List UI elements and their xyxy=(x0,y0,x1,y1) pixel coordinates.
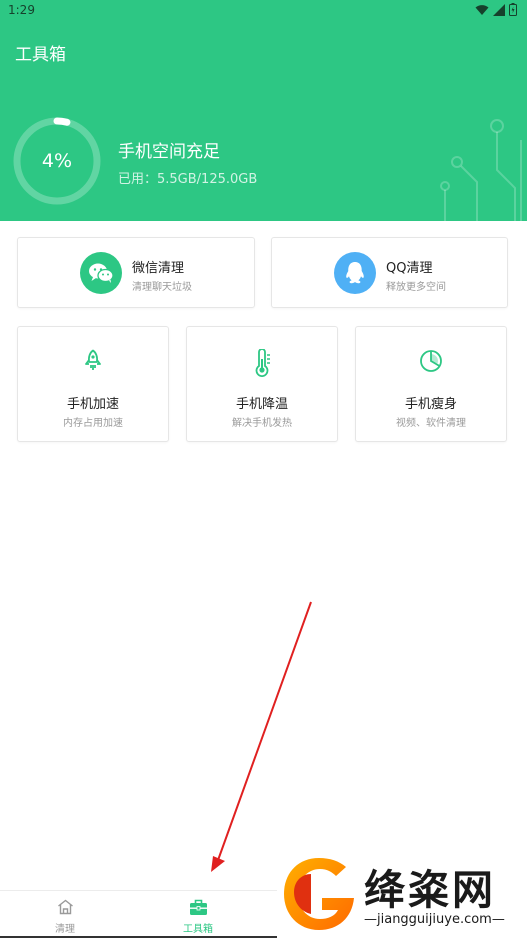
nav-label: 清理 xyxy=(55,924,75,935)
watermark-logo-icon xyxy=(284,858,354,930)
bottom-nav: 清理 工具箱 xyxy=(0,890,277,938)
watermark-url: —jiangguijiuye.com— xyxy=(364,912,505,927)
watermark: 绛粢网 —jiangguijiuye.com— xyxy=(278,848,527,937)
watermark-url-text: jiangguijiuye.com xyxy=(377,912,492,927)
nav-item-toolbox[interactable]: 工具箱 xyxy=(148,891,248,938)
nav-item-clean[interactable]: 清理 xyxy=(15,891,115,938)
home-icon xyxy=(15,899,115,915)
nav-label: 工具箱 xyxy=(183,924,213,935)
annotation-arrow xyxy=(211,601,312,872)
watermark-text: 绛粢网 xyxy=(364,866,496,914)
toolbox-icon xyxy=(148,899,248,916)
